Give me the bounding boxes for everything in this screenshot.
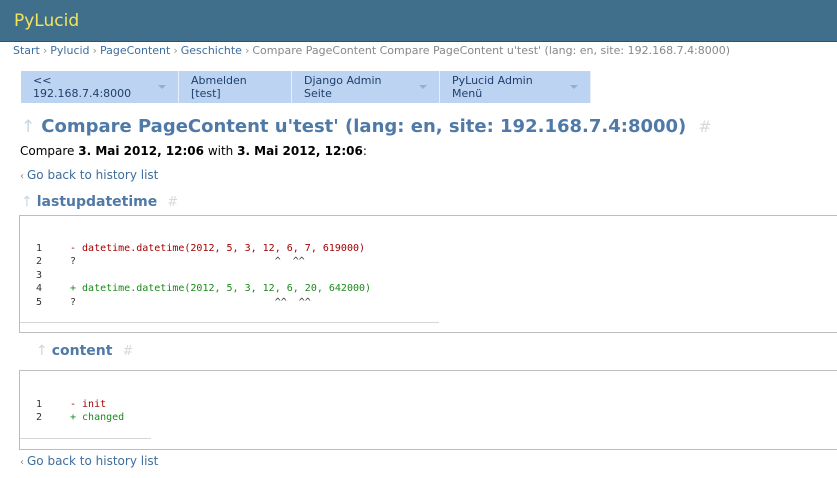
page-title: ↑ Compare PageContent u'test' (lang: en, …	[21, 116, 712, 137]
section-heading-lastupdatetime: ↑ lastupdatetime #	[21, 194, 178, 210]
breadcrumb-current: Compare PageContent Compare PageContent …	[252, 44, 731, 57]
diff-added-text: + datetime.datetime(2012, 5, 3, 12, 6, 2…	[70, 283, 372, 295]
up-arrow-icon[interactable]: ↑	[21, 117, 35, 137]
diff-line: 4 + datetime.datetime(2012, 5, 3, 12, 6, …	[36, 282, 371, 295]
breadcrumb: Start › Pylucid › PageContent › Geschichte › Com…	[13, 44, 730, 57]
site-title[interactable]: PyLucid	[14, 11, 79, 31]
compare-summary: Compare 3. Mai 2012, 12:06 with 3. Mai 2…	[20, 144, 367, 158]
line-number: 1	[36, 399, 43, 410]
diff-line: 5 ? ^^ ^^	[36, 296, 371, 309]
diff-removed-text: - init	[70, 399, 107, 410]
menu-item-pylucid-admin[interactable]: PyLucid Admin Menü	[440, 71, 591, 103]
menu-item-django-admin[interactable]: Django Admin Seite	[292, 71, 440, 103]
chevron-down-icon	[158, 85, 166, 89]
anchor-link[interactable]: #	[167, 195, 178, 210]
diff-line: 2 ? ^ ^^	[36, 255, 371, 268]
up-arrow-icon[interactable]: ↑	[36, 343, 48, 359]
diff-hint-text: ? ^ ^^	[70, 256, 305, 268]
line-number: 4	[36, 283, 43, 295]
compare-date-a: 3. Mai 2012, 12:06	[78, 144, 204, 158]
menu-item-logout[interactable]: Abmelden [test]	[179, 71, 292, 103]
diff-panel: 1 - init 2 + changed	[19, 370, 837, 450]
anchor-link[interactable]: #	[698, 117, 711, 136]
menu-item-label: << 192.168.7.4:8000	[33, 74, 132, 100]
diff-removed-text: - datetime.datetime(2012, 5, 3, 12, 6, 7…	[70, 243, 366, 254]
section-heading-text: lastupdatetime	[36, 194, 158, 210]
back-link-label: Go back to history list	[27, 454, 159, 468]
diff-divider	[20, 438, 151, 439]
diff-panel: 1 - datetime.datetime(2012, 5, 3, 12, 6, …	[19, 215, 837, 333]
menu-item-site[interactable]: << 192.168.7.4:8000	[21, 71, 179, 103]
breadcrumb-separator: ›	[244, 44, 250, 57]
menu-item-label: PyLucid Admin Menü	[452, 74, 533, 100]
menu-item-label: Abmelden [test]	[191, 74, 247, 100]
compare-mid: with	[204, 144, 238, 158]
admin-menubar: << 192.168.7.4:8000 Abmelden [test] Djan…	[21, 71, 591, 103]
diff-line: 1 - init	[36, 398, 124, 411]
diff-line: 1 - datetime.datetime(2012, 5, 3, 12, 6, …	[36, 242, 371, 255]
line-number: 1	[36, 243, 43, 254]
compare-prefix: Compare	[20, 144, 79, 158]
back-to-history-link[interactable]: ‹ Go back to history list	[20, 168, 158, 182]
line-number: 2	[36, 412, 43, 424]
diff-line: 3	[36, 269, 371, 282]
diff-lines: 1 - datetime.datetime(2012, 5, 3, 12, 6, …	[36, 242, 371, 309]
breadcrumb-item-geschichte[interactable]: Geschichte	[181, 44, 242, 57]
site-header: PyLucid	[0, 0, 837, 42]
diff-hint-text: ? ^^ ^^	[70, 296, 311, 308]
diff-added-text: + changed	[70, 412, 125, 424]
line-number: 3	[36, 269, 43, 281]
breadcrumb-item-pagecontent[interactable]: PageContent	[100, 44, 170, 57]
diff-divider	[20, 322, 439, 323]
diff-lines: 1 - init 2 + changed	[36, 398, 124, 425]
chevron-left-icon: ‹	[20, 171, 24, 182]
chevron-down-icon	[570, 85, 578, 89]
section-heading-text: content	[51, 343, 113, 359]
breadcrumb-separator: ›	[42, 44, 48, 57]
chevron-left-icon: ‹	[20, 457, 24, 468]
line-number: 2	[36, 256, 43, 268]
anchor-link[interactable]: #	[122, 344, 133, 359]
back-link-label: Go back to history list	[27, 168, 159, 182]
chevron-down-icon	[419, 85, 427, 89]
page-title-text: Compare PageContent u'test' (lang: en, s…	[41, 116, 687, 137]
menu-item-label: Django Admin Seite	[304, 74, 382, 100]
section-heading-content: ↑ content #	[36, 343, 133, 359]
breadcrumb-separator: ›	[173, 44, 178, 57]
breadcrumb-separator: ›	[92, 44, 97, 57]
compare-date-b: 3. Mai 2012, 12:06	[237, 144, 363, 158]
up-arrow-icon[interactable]: ↑	[21, 194, 33, 210]
diff-line: 2 + changed	[36, 411, 124, 424]
breadcrumb-item-start[interactable]: Start	[13, 44, 40, 57]
back-to-history-link[interactable]: ‹ Go back to history list	[20, 454, 158, 468]
breadcrumb-item-pylucid[interactable]: Pylucid	[50, 44, 89, 57]
line-number: 5	[36, 296, 43, 308]
compare-suffix: :	[362, 144, 367, 158]
